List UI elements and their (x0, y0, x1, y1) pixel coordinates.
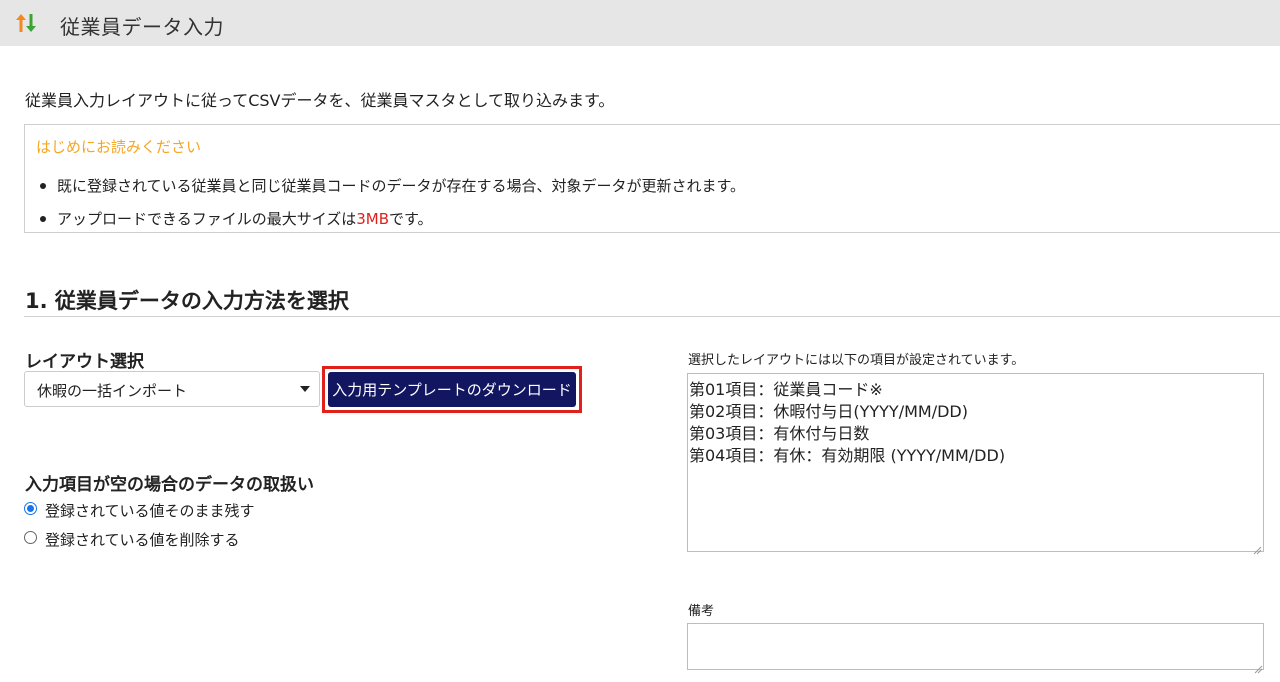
radio-delete-label: 登録されている値を削除する (45, 531, 240, 549)
resize-grip-icon[interactable] (1253, 659, 1263, 674)
max-size-value: 3MB (356, 210, 390, 228)
layout-item-line: 第01項目：従業員コード※ (689, 380, 883, 399)
sort-arrows-icon (14, 12, 40, 34)
layout-select[interactable]: 休暇の一括インポート (24, 371, 320, 407)
page-title: 従業員データ入力 (60, 15, 224, 39)
notice-box: はじめにお読みください 既に登録されている従業員と同じ従業員コードのデータが存在… (24, 124, 1280, 233)
radio-unchecked-icon[interactable] (24, 531, 37, 544)
notice-title: はじめにお読みください (36, 138, 202, 156)
resize-grip-icon[interactable] (1252, 540, 1262, 555)
title-bar: 従業員データ入力 (0, 0, 1280, 46)
memo-label: 備考 (688, 604, 715, 619)
max-size-prefix: アップロードできるファイルの最大サイズは (57, 210, 357, 228)
intro-text: 従業員入力レイアウトに従ってCSVデータを、従業員マスタとして取り込みます。 (25, 91, 615, 110)
layout-item-line: 第03項目：有休付与日数 (689, 424, 870, 443)
empty-handling-label: 入力項目が空の場合のデータの取扱い (25, 475, 314, 495)
section-divider (24, 316, 1280, 317)
section-heading: 1. 従業員データの入力方法を選択 (25, 289, 349, 313)
layout-item-line: 第02項目：休暇付与日(YYYY/MM/DD) (689, 402, 968, 421)
layout-item-line: 第04項目：有休：有効期限 (YYYY/MM/DD) (689, 446, 1006, 465)
radio-checked-icon[interactable] (24, 502, 37, 515)
chevron-down-icon (300, 386, 310, 392)
template-download-button[interactable]: 入力用テンプレートのダウンロード (328, 372, 576, 407)
memo-textarea[interactable] (687, 623, 1264, 670)
layout-items-textarea[interactable]: 第01項目：従業員コード※ 第02項目：休暇付与日(YYYY/MM/DD) 第0… (687, 373, 1264, 555)
layout-items-label: 選択したレイアウトには以下の項目が設定されています。 (688, 353, 1025, 368)
notice-item-update: 既に登録されている従業員と同じ従業員コードのデータが存在する場合、対象データが更… (39, 177, 746, 195)
layout-select-label: レイアウト選択 (25, 352, 144, 372)
max-size-suffix: です。 (389, 210, 433, 228)
notice-item-max-size: アップロードできるファイルの最大サイズは3MBです。 (40, 208, 433, 229)
radio-keep-label: 登録されている値そのまま残す (45, 502, 255, 520)
layout-select-value: 休暇の一括インポート (37, 382, 188, 400)
